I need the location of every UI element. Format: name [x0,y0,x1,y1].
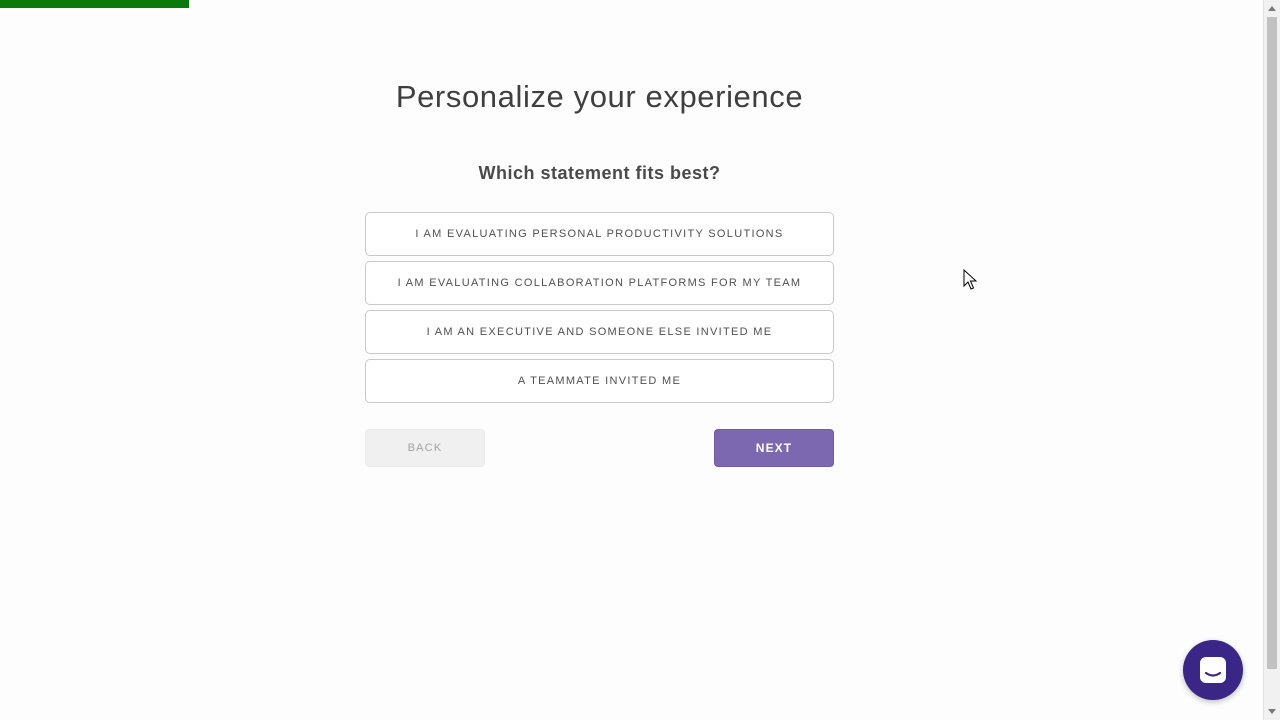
option-personal-productivity[interactable]: I AM EVALUATING PERSONAL PRODUCTIVITY SO… [365,212,834,256]
scroll-down-arrow-icon[interactable] [1268,709,1276,714]
back-button[interactable]: BACK [365,429,485,467]
mouse-pointer-icon [963,269,977,290]
scroll-up-arrow-icon[interactable] [1268,6,1276,11]
option-executive-invited[interactable]: I AM AN EXECUTIVE AND SOMEONE ELSE INVIT… [365,310,834,354]
page-title: Personalize your experience [395,79,804,114]
option-collaboration-platforms[interactable]: I AM EVALUATING COLLABORATION PLATFORMS … [365,261,834,305]
next-button[interactable]: NEXT [714,429,834,467]
question-heading: Which statement fits best? [478,163,721,183]
option-teammate-invited[interactable]: A TEAMMATE INVITED ME [365,359,834,403]
vertical-scrollbar[interactable] [1263,0,1280,720]
chat-launcher-button[interactable] [1183,640,1243,700]
scroll-thumb[interactable] [1267,17,1277,669]
chat-bubble-icon [1200,657,1226,683]
options-list: I AM EVALUATING PERSONAL PRODUCTIVITY SO… [365,212,834,408]
progress-bar [0,0,189,8]
